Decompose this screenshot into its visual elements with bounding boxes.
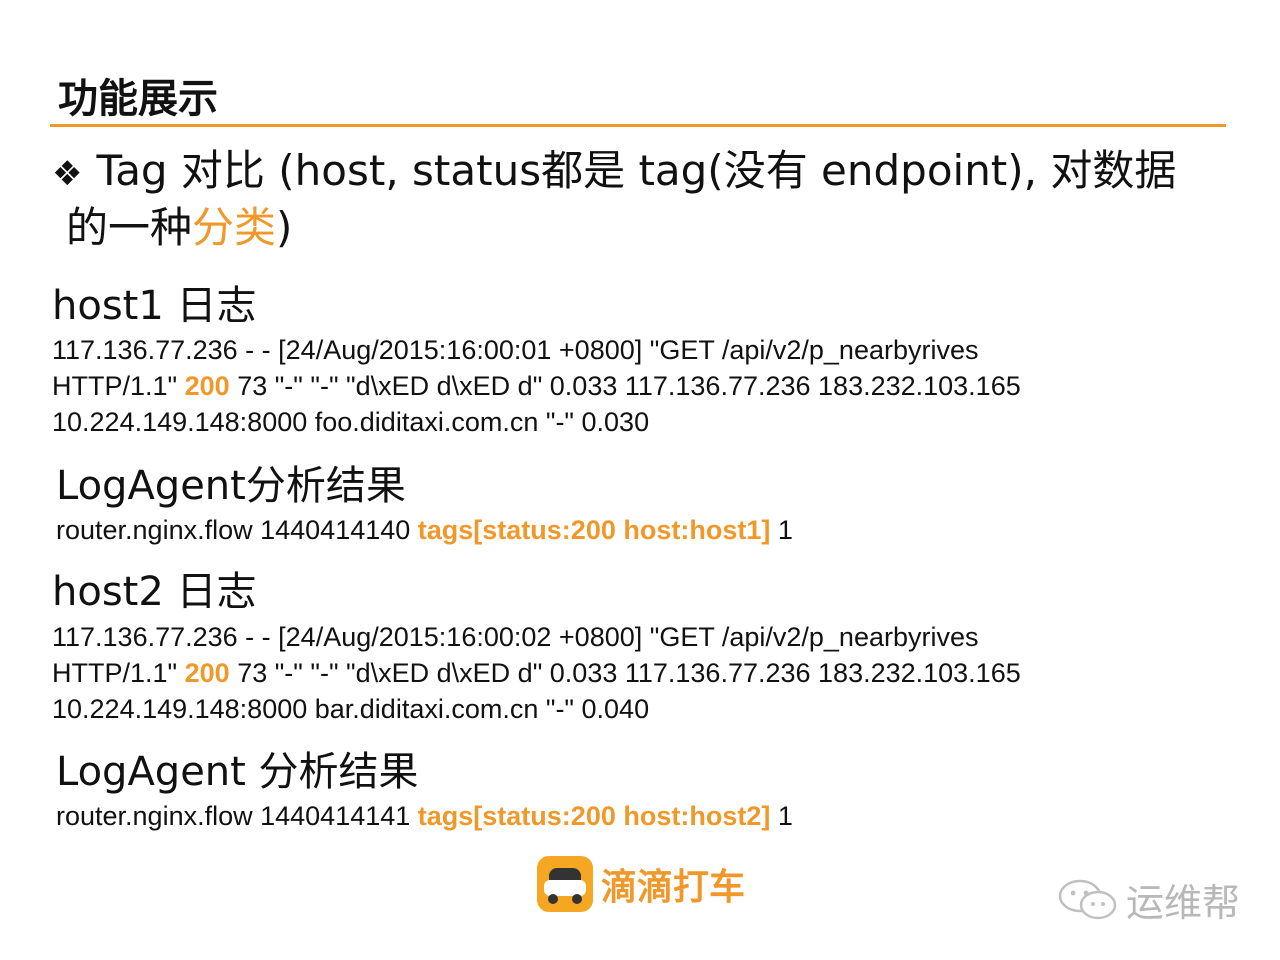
host2-result-prefix: router.nginx.flow 1440414141 (56, 801, 418, 831)
host2-heading: host2 日志 (52, 569, 257, 615)
host2-result-heading: LogAgent 分析结果 (56, 749, 419, 795)
diamond-bullet-icon: ❖ (52, 154, 83, 194)
bullet-line-2: 的一种分类) (52, 201, 1222, 255)
bullet-text-a: Tag 对比 (host, status都是 tag(没有 endpoint),… (96, 146, 1177, 195)
host2-log-line2-a: HTTP/1.1" (52, 658, 185, 688)
host1-result-tags: tags[status:200 host:host1] (417, 515, 771, 545)
host2-result-line: router.nginx.flow 1440414141 tags[status… (56, 798, 793, 834)
logo-text: 滴滴打车 (601, 867, 746, 908)
host1-log-line1: 117.136.77.236 - - [24/Aug/2015:16:00:01… (52, 335, 979, 365)
host2-result-suffix: 1 (770, 801, 793, 831)
bullet-point: ❖ Tag 对比 (host, status都是 tag(没有 endpoint)… (52, 144, 1222, 255)
host1-result-line: router.nginx.flow 1440414140 tags[status… (56, 512, 793, 548)
host1-result-prefix: router.nginx.flow 1440414140 (56, 515, 418, 545)
watermark: 运维帮 (1058, 872, 1240, 927)
host2-status-code: 200 (184, 658, 230, 688)
host1-status-code: 200 (184, 371, 230, 401)
bullet-highlight: 分类 (192, 203, 277, 252)
host1-log-line2-b: 73 "-" "-" "d\xED d\xED d" 0.033 117.136… (229, 371, 1021, 401)
title-divider (50, 124, 1226, 127)
host2-result-tags: tags[status:200 host:host2] (417, 801, 771, 831)
host2-log-line3: 10.224.149.148:8000 bar.diditaxi.com.cn … (52, 694, 650, 724)
host1-log-line2-a: HTTP/1.1" (52, 371, 185, 401)
didi-logo: 滴滴打车 (537, 856, 745, 912)
slide-title: 功能展示 (58, 76, 218, 122)
host1-log-line2: HTTP/1.1" 200 73 "-" "-" "d\xED d\xED d"… (52, 368, 1252, 404)
host1-result-suffix: 1 (770, 515, 793, 545)
bullet-text-b: 的一种 (66, 203, 193, 252)
watermark-text: 运维帮 (1125, 881, 1240, 925)
host1-log: 117.136.77.236 - - [24/Aug/2015:16:00:01… (52, 332, 1252, 440)
host2-log-line2: HTTP/1.1" 200 73 "-" "-" "d\xED d\xED d"… (52, 655, 1252, 691)
wechat-icon (1058, 878, 1118, 922)
host1-log-line3: 10.224.149.148:8000 foo.diditaxi.com.cn … (52, 407, 650, 437)
host1-result-heading: LogAgent分析结果 (56, 463, 406, 509)
host2-log-line1: 117.136.77.236 - - [24/Aug/2015:16:00:02… (52, 622, 979, 652)
taxi-car-icon (537, 856, 593, 912)
host2-log-line2-b: 73 "-" "-" "d\xED d\xED d" 0.033 117.136… (229, 658, 1021, 688)
host1-heading: host1 日志 (52, 283, 257, 329)
host2-log: 117.136.77.236 - - [24/Aug/2015:16:00:02… (52, 619, 1252, 727)
bullet-text-c: ) (276, 203, 293, 252)
